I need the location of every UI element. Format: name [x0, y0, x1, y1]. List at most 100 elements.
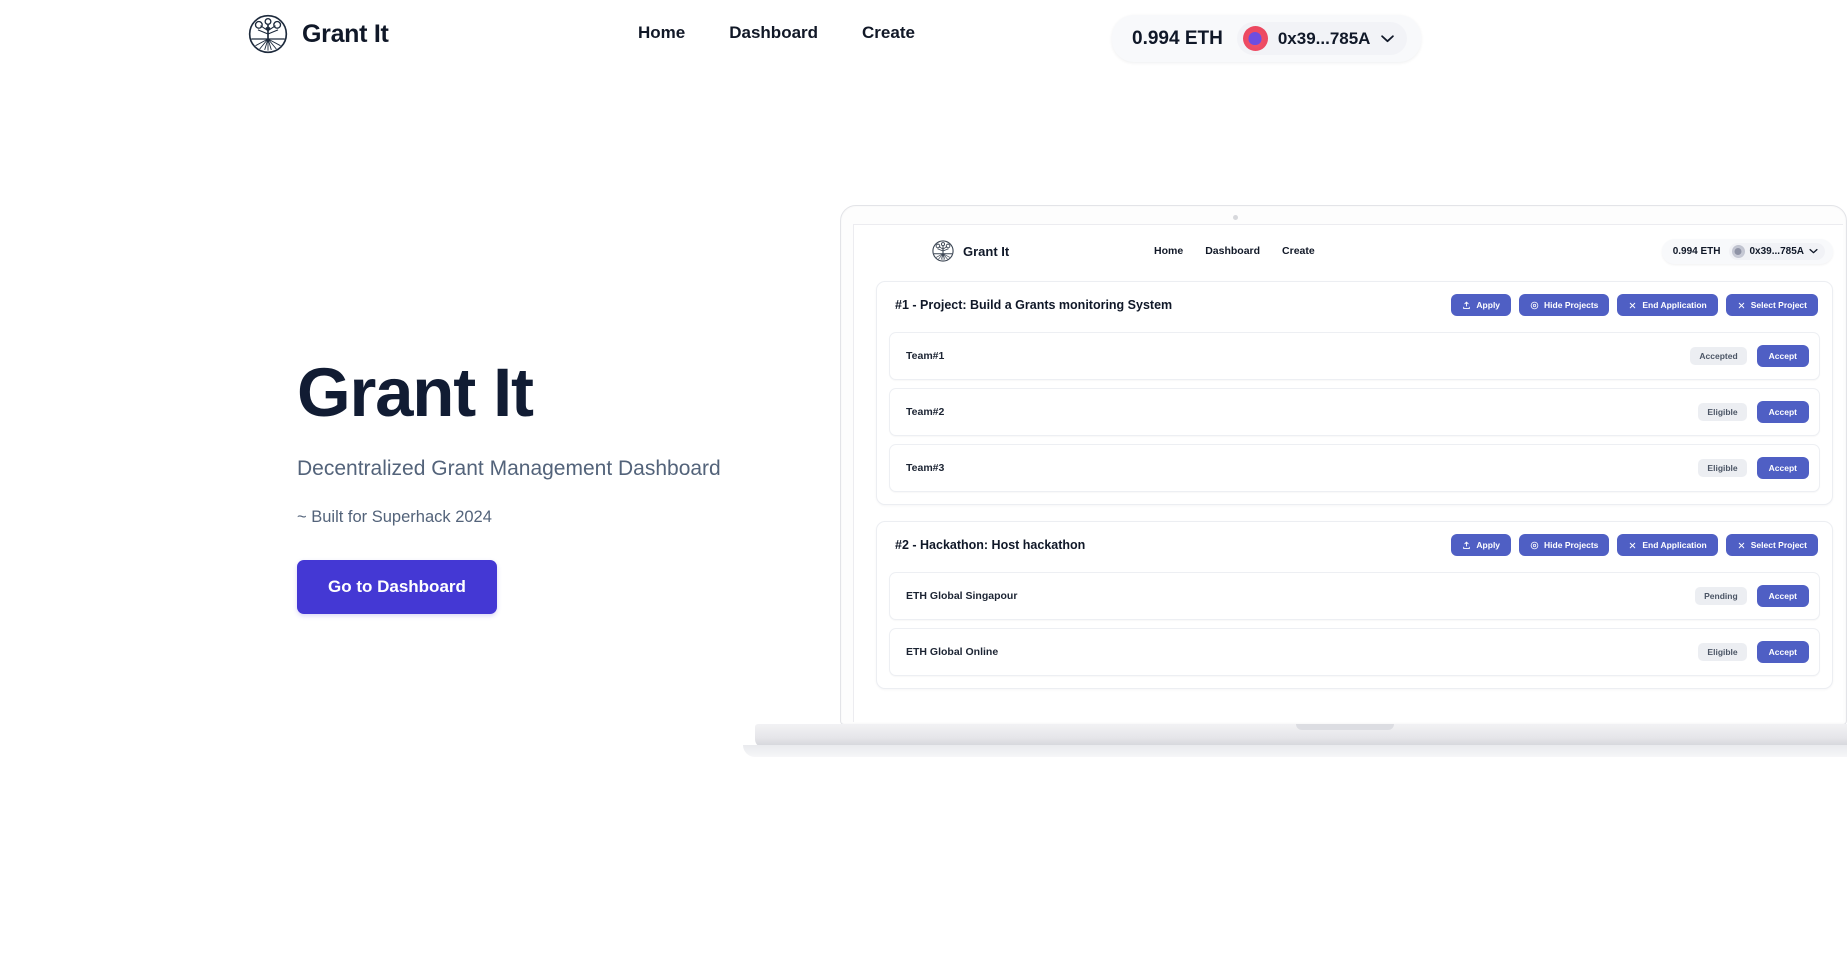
hero-tagline: ~ Built for Superhack 2024 — [297, 508, 492, 527]
app-nav-link-home[interactable]: Home — [1154, 245, 1183, 257]
status-badge: Accepted — [1690, 347, 1747, 365]
go-to-dashboard-button[interactable]: Go to Dashboard — [297, 560, 497, 615]
applicant-name: ETH Global Singapour — [906, 590, 1018, 602]
apply-button[interactable]: Apply — [1451, 294, 1512, 316]
wallet-balance: 0.994 ETH — [1132, 27, 1223, 49]
row-actions: Eligible Accept — [1698, 641, 1809, 663]
hide-projects-button-label: Hide Projects — [1544, 540, 1599, 550]
app-wallet-account-chip[interactable]: 0x39...785A — [1728, 242, 1825, 260]
accept-button[interactable]: Accept — [1756, 457, 1809, 479]
app-nav-link-dashboard[interactable]: Dashboard — [1205, 245, 1260, 257]
grant-card-rows: Team#1 Accepted Accept Team#2 Eligible A… — [877, 328, 1832, 504]
applicant-name: Team#3 — [906, 462, 945, 474]
grant-card-actions: Apply Hide Projects End Application Sele… — [1451, 534, 1818, 556]
laptop-mockup: Grant It Home Dashboard Create 0.994 ETH… — [743, 205, 1847, 757]
hide-projects-button[interactable]: Hide Projects — [1519, 294, 1610, 316]
close-icon — [1738, 542, 1744, 548]
upload-icon — [1463, 541, 1471, 549]
brand[interactable]: Grant It — [248, 14, 389, 54]
landing-page: Grant It Home Dashboard Create 0.994 ETH… — [0, 0, 1847, 968]
select-project-button[interactable]: Select Project — [1725, 534, 1818, 556]
table-row[interactable]: Team#1 Accepted Accept — [889, 332, 1820, 380]
applicant-name: Team#1 — [906, 350, 945, 362]
hero-subtitle: Decentralized Grant Management Dashboard — [297, 457, 721, 481]
accept-button[interactable]: Accept — [1756, 345, 1809, 367]
upload-icon — [1463, 301, 1471, 309]
nav-link-dashboard[interactable]: Dashboard — [729, 23, 818, 43]
app-nav-link-create[interactable]: Create — [1282, 245, 1315, 257]
close-icon — [1630, 302, 1636, 308]
status-badge: Eligible — [1698, 403, 1747, 421]
chevron-down-icon[interactable] — [1380, 34, 1395, 43]
laptop-foot — [743, 745, 1847, 757]
laptop-screen: Grant It Home Dashboard Create 0.994 ETH… — [853, 224, 1843, 722]
row-actions: Eligible Accept — [1698, 401, 1809, 423]
laptop-notch — [1296, 724, 1394, 730]
hero-section: Grant It Decentralized Grant Management … — [297, 354, 817, 615]
applicant-name: Team#2 — [906, 406, 945, 418]
status-badge: Eligible — [1698, 643, 1747, 661]
hide-projects-button[interactable]: Hide Projects — [1519, 534, 1610, 556]
grant-card: #2 - Hackathon: Host hackathon Apply Hid… — [876, 521, 1833, 689]
applicant-name: ETH Global Online — [906, 646, 999, 658]
grant-card: #1 - Project: Build a Grants monitoring … — [876, 281, 1833, 505]
wallet-avatar-icon — [1242, 26, 1268, 51]
end-application-button[interactable]: End Application — [1617, 534, 1718, 556]
status-badge: Pending — [1695, 587, 1747, 605]
wallet-account-chip[interactable]: 0x39...785A — [1236, 22, 1408, 55]
end-application-button[interactable]: End Application — [1617, 294, 1718, 316]
grant-card-rows: ETH Global Singapour Pending Accept ETH … — [877, 568, 1832, 688]
app-wallet-balance: 0.994 ETH — [1672, 245, 1721, 257]
row-actions: Eligible Accept — [1698, 457, 1809, 479]
grant-card-header: #1 - Project: Build a Grants monitoring … — [877, 282, 1832, 328]
chevron-down-icon[interactable] — [1809, 248, 1818, 254]
table-row[interactable]: Team#2 Eligible Accept — [889, 388, 1820, 436]
select-project-button-label: Select Project — [1750, 540, 1807, 550]
wallet-avatar-icon — [1731, 244, 1745, 258]
grant-card-header: #2 - Hackathon: Host hackathon Apply Hid… — [877, 522, 1832, 568]
grant-card-actions: Apply Hide Projects End Application Sele… — [1451, 294, 1818, 316]
apply-button-label: Apply — [1476, 540, 1501, 550]
eye-icon — [1530, 301, 1539, 309]
apply-button-label: Apply — [1476, 300, 1501, 310]
wallet-address: 0x39...785A — [1277, 28, 1371, 48]
app-content: #1 - Project: Build a Grants monitoring … — [854, 277, 1843, 689]
row-actions: Accepted Accept — [1690, 345, 1809, 367]
app-nav-links: Home Dashboard Create — [1154, 245, 1315, 257]
table-row[interactable]: ETH Global Singapour Pending Accept — [889, 572, 1820, 620]
select-project-button-label: Select Project — [1750, 300, 1807, 310]
accept-button[interactable]: Accept — [1756, 641, 1809, 663]
tree-circle-logo-icon — [932, 240, 954, 262]
eye-icon — [1530, 541, 1539, 549]
app-brand-name: Grant It — [963, 243, 1010, 259]
grant-card-title: #1 - Project: Build a Grants monitoring … — [895, 298, 1173, 312]
grant-card-title: #2 - Hackathon: Host hackathon — [895, 538, 1086, 552]
page-title: Grant It — [297, 354, 534, 431]
app-navbar: Grant It Home Dashboard Create 0.994 ETH… — [854, 225, 1843, 277]
nav-link-home[interactable]: Home — [638, 23, 685, 43]
end-application-button-label: End Application — [1642, 300, 1707, 310]
close-icon — [1738, 302, 1744, 308]
accept-button[interactable]: Accept — [1756, 401, 1809, 423]
hide-projects-button-label: Hide Projects — [1544, 300, 1599, 310]
wallet-widget[interactable]: 0.994 ETH 0x39...785A — [1112, 15, 1422, 62]
app-wallet-address: 0x39...785A — [1749, 245, 1805, 257]
tree-circle-logo-icon — [248, 14, 288, 54]
laptop-lid: Grant It Home Dashboard Create 0.994 ETH… — [840, 205, 1847, 725]
status-badge: Eligible — [1698, 459, 1747, 477]
table-row[interactable]: Team#3 Eligible Accept — [889, 444, 1820, 492]
end-application-button-label: End Application — [1642, 540, 1707, 550]
app-wallet-widget[interactable]: 0.994 ETH 0x39...785A — [1661, 238, 1833, 264]
nav-links: Home Dashboard Create — [638, 23, 915, 43]
brand-name: Grant It — [302, 19, 389, 48]
apply-button[interactable]: Apply — [1451, 534, 1512, 556]
laptop-camera-icon — [1233, 215, 1238, 220]
row-actions: Pending Accept — [1695, 585, 1809, 607]
table-row[interactable]: ETH Global Online Eligible Accept — [889, 628, 1820, 676]
accept-button[interactable]: Accept — [1756, 585, 1809, 607]
close-icon — [1630, 542, 1636, 548]
top-navbar: Grant It Home Dashboard Create 0.994 ETH… — [0, 0, 1847, 72]
select-project-button[interactable]: Select Project — [1725, 294, 1818, 316]
nav-link-create[interactable]: Create — [862, 23, 915, 43]
app-brand[interactable]: Grant It — [932, 240, 1009, 262]
